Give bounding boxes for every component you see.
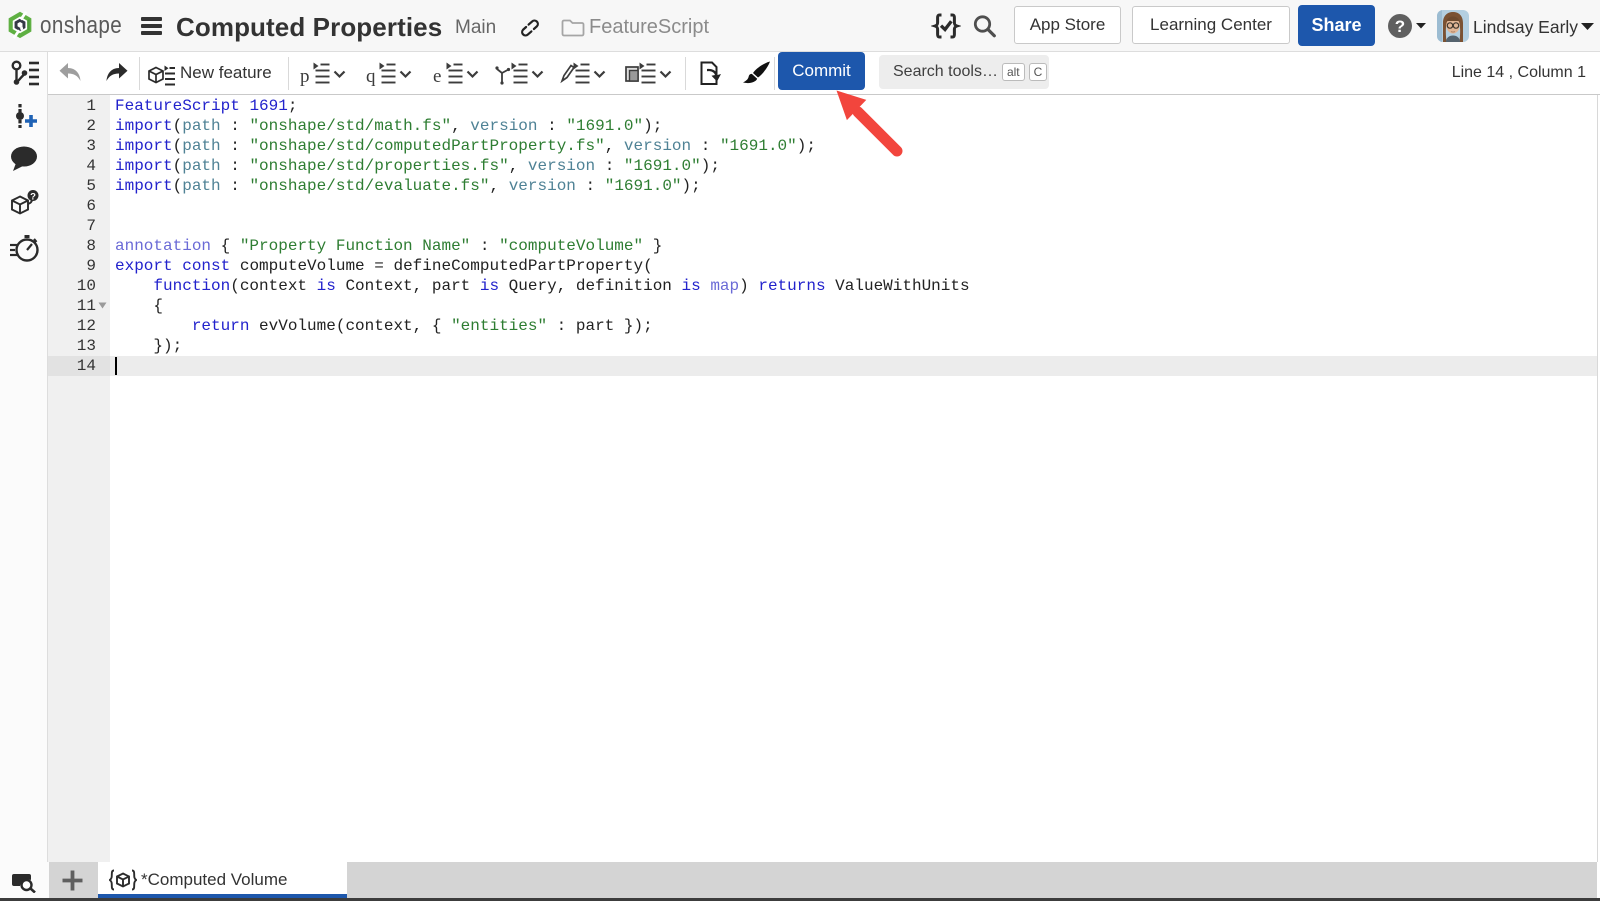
svg-text:q: q	[366, 66, 376, 87]
svg-text:p: p	[300, 66, 310, 87]
svg-text:?: ?	[1395, 17, 1405, 36]
svg-text:?: ?	[30, 192, 36, 203]
svg-text:e: e	[433, 66, 441, 87]
